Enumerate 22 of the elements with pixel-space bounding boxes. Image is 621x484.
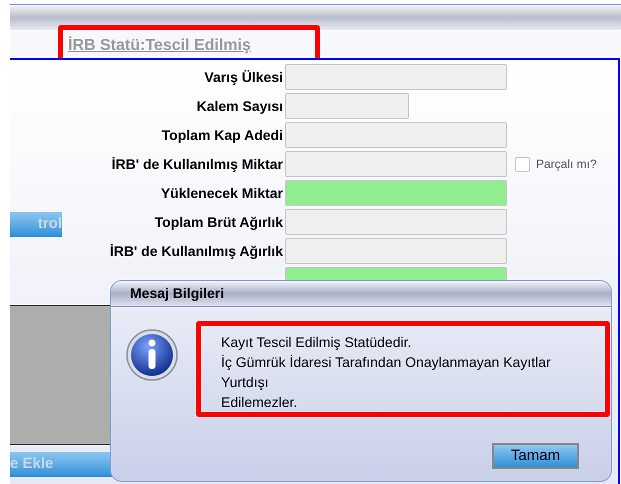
- input-field[interactable]: [285, 151, 507, 177]
- checkbox[interactable]: [515, 156, 530, 172]
- input-field[interactable]: [285, 180, 507, 206]
- message-text: Kayıt Tescil Edilmiş Statüdedir. İç Gümrük İdaresi Tarafından Onaylanmayan Kayıtlar Yurtdışı Edilemezler.: [221, 333, 552, 412]
- ok-button[interactable]: Tamam: [492, 443, 579, 469]
- dialog-title: Mesaj Bilgileri: [130, 284, 224, 303]
- field-label: Kalem Sayısı: [196, 96, 283, 116]
- input-field[interactable]: [285, 238, 507, 264]
- checkbox-label: Parçalı mı?: [536, 156, 597, 173]
- input-field[interactable]: [285, 209, 507, 235]
- input-field[interactable]: [285, 122, 507, 148]
- field-label: Toplam Kap Adedi: [162, 126, 283, 145]
- field-label: Toplam Brüt Ağırlık: [154, 212, 283, 232]
- field-label: İRB' de Kullanılmış Miktar: [112, 154, 283, 174]
- info-icon: [125, 328, 179, 382]
- control-button[interactable]: trol: [10, 212, 62, 237]
- input-field[interactable]: [285, 64, 507, 90]
- field-label: Varış Ülkesi: [204, 68, 283, 87]
- status-link[interactable]: İRB Statü:Tescil Edilmiş: [68, 34, 251, 58]
- field-label: Yüklenecek Miktar: [160, 184, 283, 202]
- input-field[interactable]: [285, 93, 409, 119]
- field-label: İRB' de Kullanılmış Ağırlık: [110, 242, 283, 261]
